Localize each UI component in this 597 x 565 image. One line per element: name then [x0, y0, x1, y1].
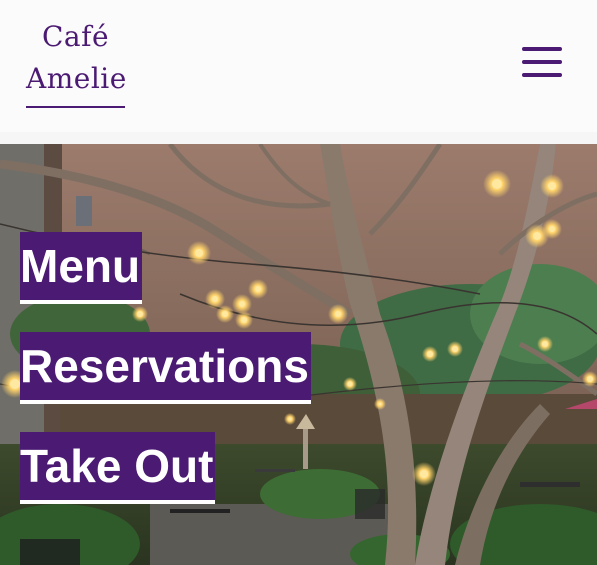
logo-line-1: Café [41, 20, 110, 53]
page: Café Amelie Menu Reservations Take Out [0, 0, 597, 565]
reservations-link[interactable]: Reservations [20, 332, 311, 404]
site-header: Café Amelie [0, 0, 597, 132]
menu-link[interactable]: Menu [20, 232, 143, 304]
hamburger-menu-icon[interactable] [522, 45, 564, 79]
logo-line-2: Amelie [26, 62, 127, 95]
hamburger-bar-middle [522, 60, 562, 64]
hamburger-bar-bottom [522, 73, 562, 77]
site-logo[interactable]: Café Amelie [26, 16, 127, 108]
take-out-link[interactable]: Take Out [20, 432, 216, 504]
hamburger-bar-top [522, 47, 562, 51]
